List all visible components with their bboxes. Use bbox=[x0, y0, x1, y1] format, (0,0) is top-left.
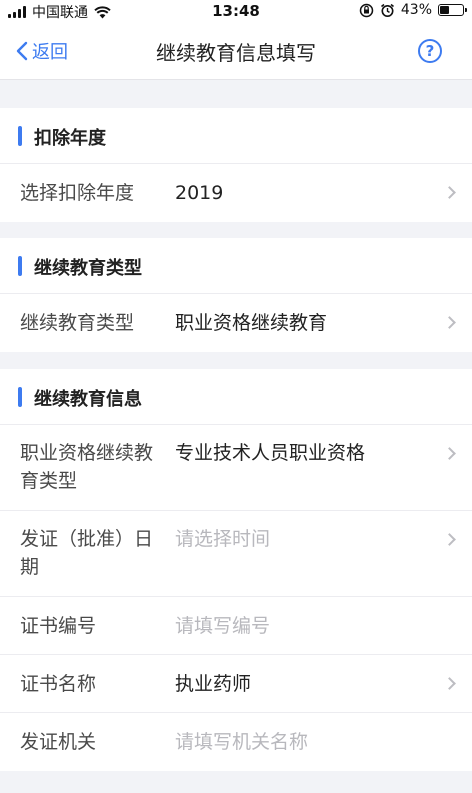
row-value: 2019 bbox=[175, 182, 224, 204]
row-label: 发证（批准）日期 bbox=[20, 528, 154, 578]
chevron-right-icon bbox=[443, 533, 456, 546]
row-label: 继续教育类型 bbox=[20, 312, 135, 334]
row-value: 专业技术人员职业资格 bbox=[175, 442, 366, 464]
row-label: 发证机关 bbox=[20, 731, 97, 753]
issuing-authority-input[interactable]: 请填写机关名称 bbox=[175, 728, 308, 756]
row-label: 证书名称 bbox=[20, 673, 97, 695]
chevron-right-icon bbox=[443, 677, 456, 690]
battery-icon bbox=[438, 4, 467, 16]
row-value: 执业药师 bbox=[175, 673, 252, 695]
date-picker-placeholder[interactable]: 请选择时间 bbox=[175, 525, 270, 553]
section-education-type: 继续教育类型 继续教育类型 职业资格继续教育 bbox=[0, 238, 472, 352]
section-header: 扣除年度 bbox=[0, 108, 472, 164]
row-certificate-name[interactable]: 证书名称 执业药师 bbox=[0, 655, 472, 713]
section-title: 扣除年度 bbox=[34, 128, 106, 149]
help-circle-icon[interactable]: ? bbox=[418, 39, 442, 63]
page-title: 继续教育信息填写 bbox=[156, 41, 316, 65]
section-accent-bar bbox=[18, 256, 22, 276]
section-title: 继续教育信息 bbox=[34, 389, 142, 410]
status-right: 43% bbox=[359, 2, 467, 18]
row-value: 职业资格继续教育 bbox=[175, 312, 328, 334]
navigation-bar: 返回 继续教育信息填写 ? bbox=[0, 22, 472, 80]
row-label: 证书编号 bbox=[20, 615, 97, 637]
row-issuing-authority[interactable]: 发证机关 请填写机关名称 bbox=[0, 713, 472, 771]
alarm-icon bbox=[380, 3, 394, 17]
orientation-lock-icon bbox=[359, 3, 374, 17]
row-education-type[interactable]: 继续教育类型 职业资格继续教育 bbox=[0, 294, 472, 352]
battery-percent: 43% bbox=[400, 2, 432, 18]
row-deduction-year[interactable]: 选择扣除年度 2019 bbox=[0, 164, 472, 222]
section-accent-bar bbox=[18, 126, 22, 146]
row-label: 选择扣除年度 bbox=[20, 182, 135, 204]
chevron-right-icon bbox=[443, 186, 456, 199]
status-bar: 中国联通 13:48 43% bbox=[0, 0, 472, 22]
section-header: 继续教育信息 bbox=[0, 369, 472, 425]
section-title: 继续教育类型 bbox=[34, 258, 142, 279]
row-label: 职业资格继续教育类型 bbox=[20, 442, 154, 492]
chevron-right-icon bbox=[443, 316, 456, 329]
certificate-number-input[interactable]: 请填写编号 bbox=[175, 612, 270, 640]
section-header: 继续教育类型 bbox=[0, 238, 472, 294]
section-accent-bar bbox=[18, 387, 22, 407]
section-deduction-year: 扣除年度 选择扣除年度 2019 bbox=[0, 108, 472, 222]
battery-fill bbox=[440, 6, 449, 14]
section-education-info: 继续教育信息 职业资格继续教育类型 专业技术人员职业资格 发证（批准）日期 请选… bbox=[0, 369, 472, 771]
row-qualification-type[interactable]: 职业资格继续教育类型 专业技术人员职业资格 bbox=[0, 425, 472, 511]
row-issue-date[interactable]: 发证（批准）日期 请选择时间 bbox=[0, 511, 472, 597]
chevron-right-icon bbox=[443, 447, 456, 460]
row-certificate-number[interactable]: 证书编号 请填写编号 bbox=[0, 597, 472, 655]
